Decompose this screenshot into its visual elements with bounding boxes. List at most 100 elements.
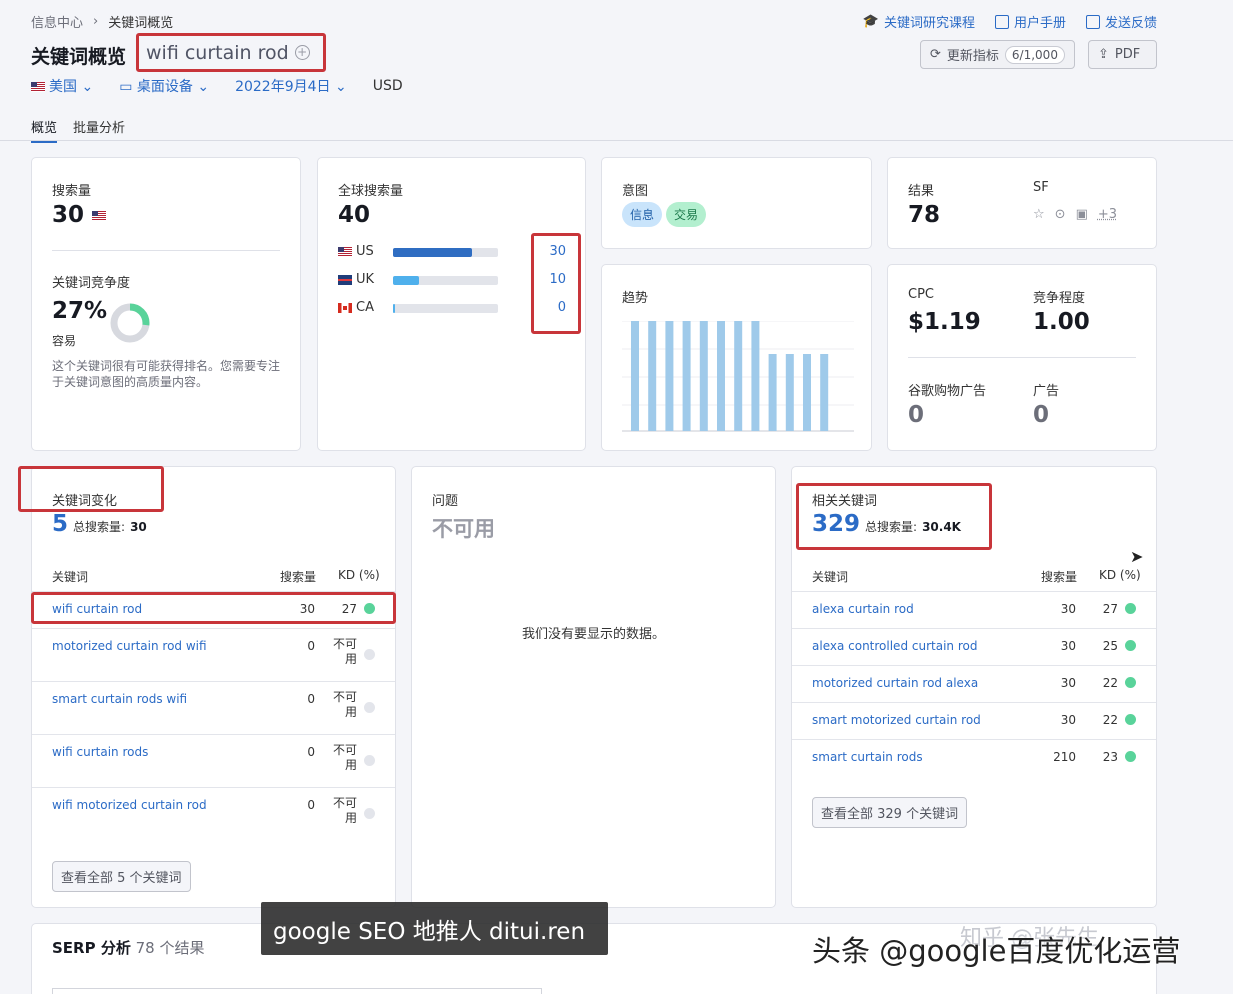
caption-overlay: google SEO 地推人 ditui.ren (261, 902, 608, 955)
trend-bar[interactable] (768, 354, 777, 431)
global-row-us: US (338, 244, 498, 259)
us-flag-icon (92, 210, 107, 221)
trend-bar[interactable] (734, 321, 743, 431)
row-kd: 23 (1102, 750, 1118, 764)
upload-icon: ⇪ (1098, 47, 1109, 62)
table-row: alexa curtain rod 30 27 (792, 591, 1156, 628)
row-volume: 210 (1053, 750, 1076, 764)
row-kd: 不可用 (333, 796, 358, 825)
variations-count[interactable]: 5 (52, 511, 68, 537)
cursor-icon: ➤ (1130, 547, 1144, 566)
volume-bar (393, 304, 498, 313)
table-row: smart curtain rods 210 23 (792, 739, 1156, 776)
trend-bar[interactable] (717, 321, 725, 431)
row-volume: 0 (307, 745, 315, 759)
kd-level: 容易 (52, 334, 77, 348)
row-kd: 不可用 (333, 637, 358, 666)
kd-dot (364, 755, 375, 766)
device-select[interactable]: ▭ 桌面设备 ⌄ (119, 76, 209, 96)
country-code: UK (356, 272, 375, 287)
keyword-link[interactable]: wifi motorized curtain rod (52, 798, 207, 812)
uk-flag-icon (338, 274, 352, 285)
sf-more[interactable]: +3 (1098, 207, 1117, 222)
variations-card: 关键词变化 5 总搜索量: 30 关键词 搜索量 KD (%) wifi cur… (31, 466, 396, 908)
keyword-link[interactable]: motorized curtain rod alexa (812, 676, 978, 690)
trend-bar[interactable] (699, 321, 708, 431)
trend-card: 趋势 (601, 264, 872, 451)
competition-value: 1.00 (1033, 309, 1090, 335)
global-row-uk: UK (338, 272, 498, 287)
view-all-related-button[interactable]: 查看全部 329 个关键词 (812, 797, 968, 828)
country-select[interactable]: 美国 ⌄ (31, 76, 93, 96)
keyword-link[interactable]: alexa controlled curtain rod (812, 639, 977, 653)
volume-bar-fill (393, 304, 396, 313)
col-kd[interactable]: KD (%) (1099, 568, 1141, 582)
col-kd[interactable]: KD (%) (338, 568, 380, 582)
image-icon: ▣ (1075, 207, 1088, 222)
questions-label: 问题 (432, 494, 459, 509)
intent-tag-info: 信息 (622, 202, 663, 227)
row-volume: 0 (307, 639, 315, 653)
keyword-link[interactable]: alexa curtain rod (812, 602, 914, 616)
trend-bar[interactable] (803, 354, 811, 431)
kd-value: 27% (52, 298, 108, 324)
col-keyword: 关键词 (812, 570, 849, 584)
variations-summary: 5 总搜索量: 30 (52, 511, 147, 537)
sf-icons: ☆ ⊙ ▣ +3 (1033, 207, 1117, 222)
keyword-link[interactable]: smart curtain rods wifi (52, 692, 187, 706)
row-volume: 30 (1060, 602, 1076, 616)
intent-tags: 信息 交易 (622, 202, 707, 227)
trend-bar[interactable] (751, 321, 760, 431)
page-header: 信息中心 › 关键词概览 🎓 关键词研究课程 用户手册 发送反馈 关键词概览 wi… (0, 0, 1233, 143)
watermark: 头条 @google百度优化运营 (812, 934, 1181, 968)
tab-overview[interactable]: 概览 (31, 117, 58, 143)
tab-bulk-analysis[interactable]: 批量分析 (73, 117, 125, 143)
volume-bar-fill (393, 276, 420, 285)
keyword-link[interactable]: smart motorized curtain rod (812, 713, 981, 727)
global-volume-value: 40 (338, 202, 371, 228)
kd-donut (110, 303, 150, 343)
breadcrumb-home[interactable]: 信息中心 (31, 12, 83, 31)
trend-bar[interactable] (631, 321, 639, 431)
feedback-link[interactable]: 发送反馈 (1085, 12, 1157, 31)
kd-dot (1125, 714, 1136, 725)
col-keyword: 关键词 (52, 570, 89, 584)
view-all-variations-button[interactable]: 查看全部 5 个关键词 (52, 861, 191, 892)
row-kd: 22 (1102, 676, 1118, 690)
us-flag-icon (338, 246, 352, 257)
graduation-cap-icon: 🎓 (862, 14, 879, 29)
results-label: 结果 (908, 184, 935, 199)
monitor-icon: ▭ (119, 79, 133, 95)
volume-card: 搜索量 30 关键词竞争度 27% 容易 这个关键词很有可能获得排名。您需要专注… (31, 157, 301, 451)
add-circle-icon[interactable]: + (294, 45, 310, 60)
intent-tag-transactional: 交易 (666, 202, 707, 227)
serp-table-header (52, 988, 542, 994)
results-value: 78 (908, 202, 941, 228)
trend-bar[interactable] (820, 354, 829, 431)
keyword-link[interactable]: motorized curtain rod wifi (52, 639, 207, 653)
ads-label: 广告 (1033, 384, 1060, 399)
course-link[interactable]: 🎓 关键词研究课程 (863, 12, 975, 31)
us-flag-icon (31, 82, 45, 92)
keyword-link[interactable]: smart curtain rods (812, 750, 923, 764)
pdf-button[interactable]: ⇪ PDF (1088, 40, 1157, 69)
date-select[interactable]: 2022年9月4日 ⌄ (235, 76, 347, 96)
row-volume: 0 (307, 692, 315, 706)
cpc-card: CPC $1.19 竞争程度 1.00 谷歌购物广告 0 广告 0 (887, 264, 1157, 451)
page-title: 关键词概览 (31, 46, 127, 68)
trend-bar[interactable] (648, 321, 657, 431)
col-volume[interactable]: 搜索量 (280, 568, 316, 585)
trend-bar[interactable] (785, 354, 794, 431)
trend-bar[interactable] (682, 321, 691, 431)
manual-link[interactable]: 用户手册 (994, 12, 1066, 31)
kd-dot (364, 649, 375, 660)
highlight-box (31, 592, 396, 624)
trend-bar[interactable] (665, 321, 674, 431)
trend-chart (622, 321, 854, 432)
col-volume[interactable]: 搜索量 (1041, 568, 1077, 585)
kd-description: 这个关键词很有可能获得排名。您需要专注于关键词意图的高质量内容。 (52, 359, 281, 389)
row-kd: 不可用 (333, 743, 358, 772)
keyword-link[interactable]: wifi curtain rods (52, 745, 148, 759)
comment-icon (1085, 14, 1100, 29)
update-metrics-button[interactable]: ⟳ 更新指标 6/1,000 (920, 40, 1075, 69)
